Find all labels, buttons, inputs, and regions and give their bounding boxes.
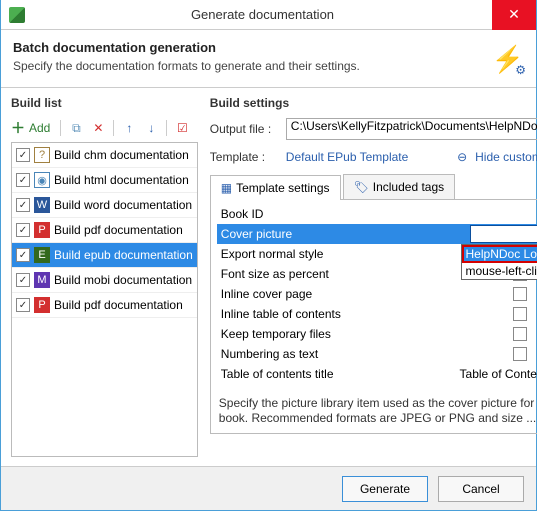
output-file-input[interactable]: C:\Users\KellyFitzpatrick\Documents\Help… bbox=[286, 118, 537, 140]
checkbox[interactable]: ✓ bbox=[16, 173, 30, 187]
list-item[interactable]: ✓ E Build epub documentation bbox=[12, 243, 197, 268]
checkbox[interactable]: ✓ bbox=[16, 298, 30, 312]
dropdown-item[interactable]: mouse-left-click bbox=[462, 263, 537, 279]
dropdown-item[interactable]: HelpNDoc Logo bbox=[462, 245, 537, 263]
word-icon: W bbox=[34, 197, 50, 213]
checkbox[interactable]: ✓ bbox=[16, 248, 30, 262]
list-item[interactable]: ✓ W Build word documentation bbox=[12, 193, 197, 218]
list-item-label: Build chm documentation bbox=[54, 148, 189, 162]
tab-template-settings-label: Template settings bbox=[236, 181, 329, 195]
checkbox[interactable]: ✓ bbox=[16, 148, 30, 162]
checkbox[interactable]: ✓ bbox=[16, 198, 30, 212]
epub-icon: E bbox=[34, 247, 50, 263]
output-file-label: Output file : bbox=[210, 122, 280, 136]
template-label: Template : bbox=[210, 150, 280, 164]
add-icon[interactable]: ＋ bbox=[11, 118, 25, 138]
property-row[interactable]: Table of contents titleTable of Contents bbox=[217, 364, 537, 384]
lightning-icon: ⚡⚙ bbox=[492, 44, 524, 75]
property-label: Inline table of contents bbox=[217, 307, 470, 321]
copy-button[interactable]: ⧉ bbox=[67, 119, 85, 137]
chm-icon: ? bbox=[34, 147, 50, 163]
property-row[interactable]: Numbering as text bbox=[217, 344, 537, 364]
list-item-label: Build html documentation bbox=[54, 173, 189, 187]
build-list-toolbar: ＋ Add ⧉ ✕ ↑ ↓ ☑ bbox=[11, 118, 198, 138]
html-icon: ◉ bbox=[34, 172, 50, 188]
tab-included-tags[interactable]: 🏷 Included tags bbox=[343, 174, 456, 199]
property-row[interactable]: Keep temporary files bbox=[217, 324, 537, 344]
list-item-label: Build mobi documentation bbox=[54, 273, 192, 287]
mobi-icon: M bbox=[34, 272, 50, 288]
property-label: Numbering as text bbox=[217, 347, 470, 361]
tab-included-tags-label: Included tags bbox=[373, 180, 444, 194]
property-label: Inline cover page bbox=[217, 287, 470, 301]
close-button[interactable]: ✕ bbox=[492, 0, 536, 30]
build-settings-title: Build settings bbox=[210, 96, 537, 110]
included-tags-icon: 🏷 bbox=[354, 180, 369, 194]
list-item[interactable]: ✓ M Build mobi documentation bbox=[12, 268, 197, 293]
property-row[interactable]: Inline table of contents bbox=[217, 304, 537, 324]
property-label: Book ID bbox=[217, 207, 470, 221]
dialog-footer: Generate Cancel bbox=[1, 466, 536, 510]
cancel-button[interactable]: Cancel bbox=[438, 476, 524, 502]
build-list-title: Build list bbox=[11, 96, 198, 110]
collapse-icon: ⊖ bbox=[457, 150, 467, 164]
delete-button[interactable]: ✕ bbox=[89, 119, 107, 137]
list-item-label: Build pdf documentation bbox=[54, 223, 183, 237]
property-dropdown[interactable]: ▾ bbox=[470, 225, 537, 243]
generate-button[interactable]: Generate bbox=[342, 476, 428, 502]
header-subtitle: Specify the documentation formats to gen… bbox=[13, 59, 524, 73]
hide-customization-link[interactable]: Hide customization bbox=[475, 150, 537, 164]
build-list: ✓? Build chm documentation ✓ ◉ Build html do… bbox=[11, 142, 198, 457]
property-label: Table of contents title bbox=[217, 367, 460, 381]
property-label: Keep temporary files bbox=[217, 327, 470, 341]
list-item-label: Build epub documentation bbox=[54, 248, 193, 262]
add-button[interactable]: Add bbox=[29, 121, 50, 135]
property-row[interactable]: Book ID bbox=[217, 204, 537, 224]
list-item-label: Build word documentation bbox=[54, 198, 192, 212]
template-settings-panel: Book IDCover picture▾Export normal style… bbox=[210, 200, 537, 434]
list-item[interactable]: ✓ ◉ Build html documentation bbox=[12, 168, 197, 193]
property-label: Cover picture bbox=[217, 227, 470, 241]
list-item[interactable]: ✓ P Build pdf documentation bbox=[12, 218, 197, 243]
cover-picture-dropdown[interactable]: HelpNDoc Logomouse-left-click bbox=[461, 244, 537, 280]
pdf-icon: P bbox=[34, 297, 50, 313]
checkbox[interactable] bbox=[513, 307, 527, 321]
list-item[interactable]: ✓? Build chm documentation bbox=[12, 143, 197, 168]
window-title: Generate documentation bbox=[33, 7, 492, 22]
checkbox[interactable] bbox=[513, 347, 527, 361]
list-item[interactable]: ✓ P Build pdf documentation bbox=[12, 293, 197, 318]
titlebar: Generate documentation ✕ bbox=[1, 0, 536, 30]
pdf-icon: P bbox=[34, 222, 50, 238]
tab-template-settings[interactable]: ▦ Template settings bbox=[210, 175, 341, 200]
move-up-button[interactable]: ↑ bbox=[120, 119, 138, 137]
list-item-label: Build pdf documentation bbox=[54, 298, 183, 312]
template-settings-icon: ▦ bbox=[221, 181, 232, 195]
move-down-button[interactable]: ↓ bbox=[142, 119, 160, 137]
gear-icon: ⚙ bbox=[515, 63, 526, 77]
checkbox[interactable] bbox=[513, 327, 527, 341]
template-link[interactable]: Default EPub Template bbox=[286, 150, 409, 164]
checkbox[interactable]: ✓ bbox=[16, 223, 30, 237]
property-label: Export normal style bbox=[217, 247, 470, 261]
property-value: Table of Contents bbox=[460, 367, 537, 381]
checkbox[interactable]: ✓ bbox=[16, 273, 30, 287]
property-hint: Specify the picture library item used as… bbox=[219, 396, 537, 427]
dialog-header: Batch documentation generation Specify t… bbox=[1, 30, 536, 83]
checkbox[interactable] bbox=[513, 287, 527, 301]
check-all-button[interactable]: ☑ bbox=[173, 119, 191, 137]
property-row[interactable]: Cover picture▾ bbox=[217, 224, 537, 244]
property-label: Font size as percent bbox=[217, 267, 470, 281]
property-row[interactable]: Inline cover page bbox=[217, 284, 537, 304]
app-icon bbox=[9, 7, 25, 23]
header-title: Batch documentation generation bbox=[13, 40, 524, 55]
